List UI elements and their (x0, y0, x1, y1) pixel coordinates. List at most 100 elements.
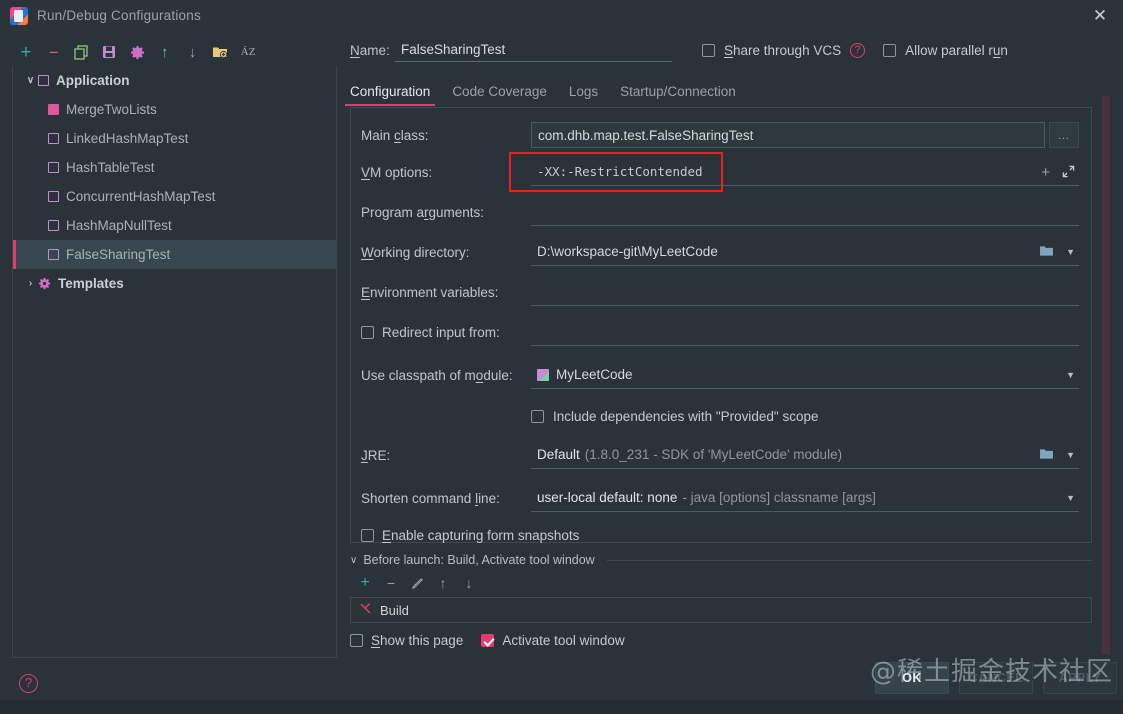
save-configuration-icon[interactable] (95, 39, 123, 65)
program-arguments-input[interactable] (531, 199, 1079, 226)
shorten-command-line-row: Shorten command line: user-local default… (361, 476, 1079, 520)
chevron-right-icon[interactable]: › (23, 278, 38, 289)
main-class-row: Main class: com.dhb.map.test.FalseSharin… (361, 118, 1079, 152)
tree-item-label: MergeTwoLists (66, 102, 157, 117)
divider (606, 559, 1092, 561)
chevron-down-icon[interactable]: ∨ (23, 75, 38, 86)
chevron-down-icon[interactable]: ▼ (1066, 247, 1075, 257)
before-launch-toolbar: + − ↑ ↓ (354, 573, 1092, 593)
main-class-browse-button[interactable]: … (1049, 122, 1079, 148)
shorten-command-line-hint: - java [options] classname [args] (682, 490, 876, 505)
tab-code-coverage[interactable]: Code Coverage (452, 84, 547, 106)
tree-item-concurrenthashmaptest[interactable]: ConcurrentHashMapTest (13, 182, 336, 211)
intellij-idea-icon (10, 6, 28, 25)
configurations-tree[interactable]: ∨ Application MergeTwoLists LinkedHashMa… (12, 66, 337, 658)
dialog-buttons: OK CANCEL APPLY (875, 662, 1117, 694)
vm-options-input[interactable]: -XX:-RestrictContended + (531, 159, 1079, 186)
tree-item-label: ConcurrentHashMapTest (66, 189, 216, 204)
help-icon[interactable]: ? (850, 42, 866, 58)
redirect-input-field[interactable] (531, 319, 1079, 346)
new-folder-icon[interactable] (206, 39, 234, 65)
jre-row: JRE: Default (1.8.0_231 - SDK of 'MyLeet… (361, 434, 1079, 476)
tree-item-mergetwolists[interactable]: MergeTwoLists (13, 95, 336, 124)
configuration-editor: Name: Share through VCS ? Allow parallel… (344, 34, 1110, 648)
cancel-button[interactable]: CANCEL (959, 662, 1033, 694)
tab-logs[interactable]: Logs (569, 84, 598, 106)
tree-item-linkedhashmaptest[interactable]: LinkedHashMapTest (13, 124, 336, 153)
insert-macro-icon[interactable]: + (1041, 165, 1050, 180)
move-down-icon[interactable]: ↓ (179, 39, 207, 65)
chevron-down-icon[interactable]: ∨ (350, 555, 357, 566)
tree-item-hashtabletest[interactable]: HashTableTest (13, 153, 336, 182)
activate-tool-window-checkbox[interactable] (481, 634, 495, 647)
module-icon (537, 368, 549, 381)
show-this-page-checkbox[interactable] (350, 634, 363, 647)
shorten-command-line-combobox[interactable]: user-local default: none - java [options… (531, 485, 1079, 512)
environment-variables-input[interactable] (531, 279, 1079, 306)
vertical-scrollbar[interactable] (1102, 96, 1110, 654)
environment-variables-row: Environment variables: (361, 272, 1079, 312)
help-icon[interactable]: ? (19, 674, 38, 693)
chevron-down-icon[interactable]: ▼ (1066, 450, 1075, 460)
name-label: Name: (350, 42, 390, 58)
folder-icon[interactable] (1039, 448, 1054, 462)
expand-editor-icon[interactable] (1062, 165, 1075, 180)
main-class-label: Main class: (361, 127, 429, 143)
include-provided-group[interactable]: Include dependencies with "Provided" sco… (531, 409, 819, 424)
vm-options-actions: + (1041, 159, 1075, 186)
remove-task-icon[interactable]: − (380, 573, 402, 593)
before-launch-header[interactable]: ∨ Before launch: Build, Activate tool wi… (350, 553, 1092, 567)
close-icon[interactable]: ✕ (1077, 0, 1123, 31)
tree-group-templates[interactable]: › Templates (13, 269, 336, 298)
add-task-icon[interactable]: + (354, 573, 376, 593)
chevron-down-icon[interactable]: ▼ (1066, 370, 1075, 380)
configuration-icon (48, 220, 59, 231)
share-through-vcs-checkbox[interactable] (702, 43, 715, 57)
working-directory-input[interactable]: D:\workspace-git\MyLeetCode ▼ (531, 239, 1079, 266)
vm-options-label: VM options: (361, 164, 433, 180)
remove-configuration-icon[interactable]: − (40, 39, 68, 65)
ok-button[interactable]: OK (875, 662, 949, 694)
tab-bar[interactable]: Configuration Code Coverage Logs Startup… (344, 76, 1110, 106)
configuration-tab-panel: Main class: com.dhb.map.test.FalseSharin… (350, 107, 1092, 543)
main-class-input[interactable]: com.dhb.map.test.FalseSharingTest (531, 122, 1045, 148)
tree-item-hashmapnulltest[interactable]: HashMapNullTest (13, 211, 336, 240)
add-configuration-icon[interactable]: + (12, 39, 40, 65)
allow-parallel-run-label: Allow parallel run (905, 42, 1008, 58)
edit-task-icon[interactable] (406, 573, 428, 593)
name-input[interactable] (395, 38, 672, 62)
move-task-down-icon[interactable]: ↓ (458, 573, 480, 593)
tab-startup-connection[interactable]: Startup/Connection (620, 84, 736, 106)
tree-item-label: LinkedHashMapTest (66, 131, 189, 146)
name-row: Name: Share through VCS ? Allow parallel… (350, 34, 1110, 66)
tree-item-falsesharingtest[interactable]: FalseSharingTest (13, 240, 336, 269)
jre-combobox[interactable]: Default (1.8.0_231 - SDK of 'MyLeetCode'… (531, 442, 1079, 469)
use-classpath-label: Use classpath of module: (361, 367, 513, 383)
share-through-vcs-group[interactable]: Share through VCS ? (702, 42, 866, 58)
configuration-icon (48, 133, 59, 144)
allow-parallel-run-group[interactable]: Allow parallel run (883, 43, 1008, 58)
use-classpath-combobox[interactable]: MyLeetCode ▼ (531, 362, 1079, 389)
sort-alphabetically-icon[interactable]: ÁZ (234, 39, 262, 65)
use-classpath-value: MyLeetCode (556, 367, 633, 382)
enable-capturing-checkbox[interactable] (361, 528, 374, 542)
redirect-input-checkbox[interactable] (361, 325, 374, 339)
move-task-up-icon[interactable]: ↑ (432, 573, 454, 593)
jre-label: JRE: (361, 447, 391, 463)
configuration-icon (48, 249, 59, 260)
include-provided-checkbox[interactable] (531, 409, 544, 423)
folder-icon[interactable] (1039, 245, 1054, 259)
enable-capturing-group[interactable]: Enable capturing form snapshots (361, 528, 579, 543)
before-launch-task-row[interactable]: Build (350, 597, 1092, 623)
tree-item-label: HashTableTest (66, 160, 155, 175)
copy-configuration-icon[interactable] (68, 39, 96, 65)
tree-group-application[interactable]: ∨ Application (13, 66, 336, 95)
move-up-icon[interactable]: ↑ (151, 39, 179, 65)
tab-configuration[interactable]: Configuration (344, 84, 436, 106)
apply-button[interactable]: APPLY (1043, 662, 1117, 694)
working-directory-value: D:\workspace-git\MyLeetCode (537, 244, 718, 259)
allow-parallel-run-checkbox[interactable] (883, 43, 897, 57)
jre-actions: ▼ (1039, 442, 1075, 469)
gear-icon[interactable] (123, 39, 151, 65)
chevron-down-icon[interactable]: ▼ (1066, 493, 1075, 503)
